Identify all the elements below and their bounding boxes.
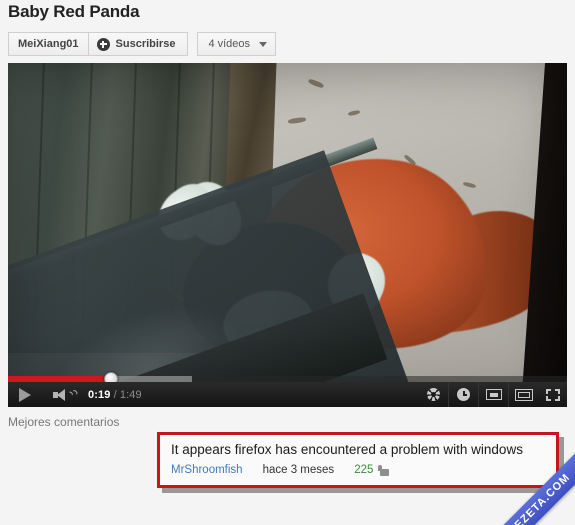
theater-mode-icon [514,388,533,401]
fullscreen-button[interactable] [538,382,567,407]
player-controls-right [419,382,567,407]
miniplayer-icon [485,389,502,400]
subscribe-button-group: MeiXiang01 Suscribirse [8,32,189,56]
page-title: Baby Red Panda [8,2,140,21]
time-separator: / [110,388,120,401]
video-frame [8,63,567,407]
comments-section-label: Mejores comentarios [8,415,120,429]
settings-button[interactable] [419,382,448,407]
volume-icon [53,387,80,404]
theater-mode-button[interactable] [509,382,538,407]
clock-icon [457,388,470,401]
video-player[interactable]: 0:19 / 1:49 [8,63,567,407]
time-display: 0:19 / 1:49 [88,389,142,401]
thumbs-up-icon[interactable] [378,464,390,476]
videos-count-dropdown[interactable]: 4 vídeos [197,32,277,56]
subscribe-button-label: Suscribirse [115,38,176,50]
comment-meta: MrShroomfish hace 3 meses 225 [171,464,390,476]
volume-button[interactable] [42,382,82,407]
channel-owner-button[interactable]: MeiXiang01 [8,32,88,56]
gear-icon [427,388,440,401]
current-time: 0:19 [88,388,111,401]
chevron-down-icon [259,41,268,47]
fullscreen-icon [545,388,560,401]
videos-count-label: 4 vídeos [208,38,251,50]
total-time: 1:49 [119,388,142,401]
top-comment-highlight: It appears firefox has encountered a pro… [157,432,559,488]
channel-actions-row: MeiXiang01 Suscribirse 4 vídeos [8,32,277,56]
play-button[interactable] [8,382,42,407]
comment-timestamp: hace 3 meses [262,464,335,476]
miniplayer-button[interactable] [479,382,508,407]
play-icon [19,387,31,402]
plus-icon [96,37,110,51]
comment-author-link[interactable]: MrShroomfish [171,464,243,476]
subscribe-button[interactable]: Suscribirse [87,32,189,56]
comment-text: It appears firefox has encountered a pro… [171,442,523,457]
watch-later-button[interactable] [449,382,478,407]
comment-like-count: 225 [354,464,374,476]
youtube-video-page: Baby Red Panda MeiXiang01 Suscribirse 4 … [0,0,575,525]
player-controls: 0:19 / 1:49 [8,382,567,407]
